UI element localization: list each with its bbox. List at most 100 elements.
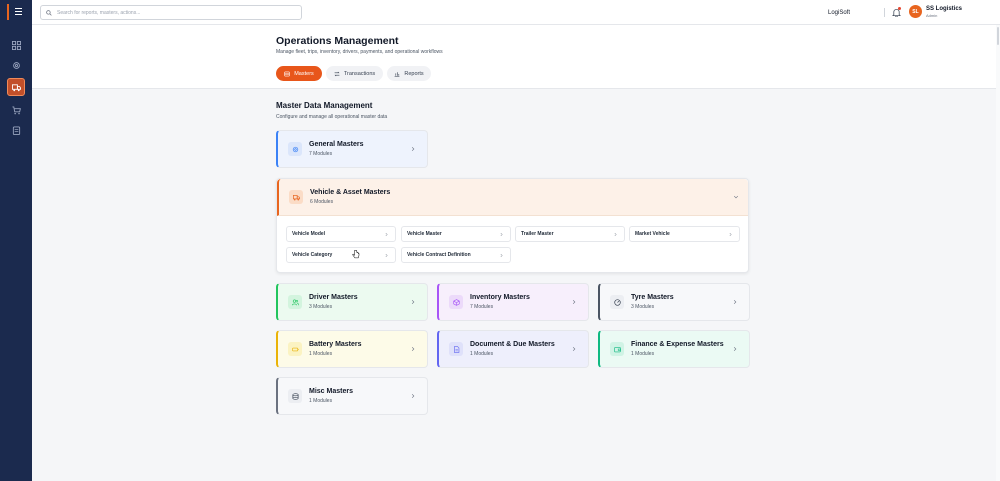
users-icon [291, 299, 299, 305]
card-driver-masters[interactable]: Driver Masters 3 Modules [276, 283, 428, 321]
grid-icon [11, 40, 21, 50]
sidebar-item-dashboard[interactable] [7, 36, 25, 54]
sidebar-item-cart[interactable] [7, 101, 25, 119]
module-trailer-master[interactable]: Trailer Master [515, 226, 625, 242]
card-title: Finance & Expense Masters [631, 341, 724, 348]
menu-toggle-button[interactable] [7, 4, 25, 20]
card-misc-masters[interactable]: Misc Masters 1 Modules [276, 377, 428, 415]
card-title: Vehicle & Asset Masters [310, 189, 391, 196]
card-icon-box [288, 389, 302, 403]
battery-icon [291, 347, 299, 351]
sidebar-item-settings[interactable] [7, 56, 25, 74]
tab-label: Transactions [343, 70, 376, 77]
chevron-right-icon [733, 346, 737, 352]
chevron-right-icon [500, 253, 503, 258]
sidebar-item-operations[interactable] [7, 78, 25, 96]
topbar-divider [884, 8, 885, 17]
card-subtitle: 1 Modules [631, 351, 655, 357]
box-icon [452, 298, 460, 306]
card-title: Driver Masters [309, 294, 358, 301]
card-subtitle: 3 Modules [309, 304, 333, 310]
database-icon [284, 71, 290, 76]
scrollbar-thumb[interactable] [997, 27, 999, 45]
topbar [32, 0, 1000, 25]
card-subtitle: 6 Modules [310, 199, 334, 205]
section-subtitle: Configure and manage all operational mas… [276, 114, 388, 120]
chevron-right-icon [385, 253, 388, 258]
user-role: Admin [926, 13, 938, 18]
chevron-right-icon [614, 232, 617, 237]
card-title: Document & Due Masters [470, 341, 555, 348]
card-icon-box [449, 295, 463, 309]
chevron-right-icon [411, 299, 415, 305]
chevron-right-icon [411, 393, 415, 399]
card-document-due-masters[interactable]: Document & Due Masters 1 Modules [437, 330, 589, 368]
tab-masters[interactable]: Masters [276, 66, 322, 81]
search-input[interactable] [57, 9, 287, 16]
gear-icon [292, 146, 298, 152]
module-label: Vehicle Master [407, 231, 442, 237]
page-header [32, 25, 996, 89]
section-title: Master Data Management [276, 101, 373, 110]
search-icon [46, 9, 52, 16]
card-tyre-masters[interactable]: Tyre Masters 3 Modules [598, 283, 750, 321]
card-title: Inventory Masters [470, 294, 530, 301]
search-box[interactable] [40, 5, 302, 20]
module-label: Trailer Master [521, 231, 554, 237]
chevron-right-icon [729, 232, 732, 237]
card-subtitle: 7 Modules [470, 304, 494, 310]
module-vehicle-category[interactable]: Vehicle Category [286, 247, 396, 263]
gear-icon [12, 61, 20, 69]
card-subtitle: 1 Modules [470, 351, 494, 357]
notification-dot [898, 7, 901, 10]
card-general-masters[interactable]: General Masters 7 Modules [276, 130, 428, 168]
tab-transactions[interactable]: Transactions [326, 66, 383, 81]
card-finance-expense-masters[interactable]: Finance & Expense Masters 1 Modules [598, 330, 750, 368]
sidebar-item-reports[interactable] [7, 121, 25, 139]
module-vehicle-model[interactable]: Vehicle Model [286, 226, 396, 242]
card-title: Misc Masters [309, 388, 353, 395]
card-subtitle: 7 Modules [309, 151, 333, 157]
menu-icon [15, 8, 22, 15]
tab-label: Reports [404, 70, 424, 77]
card-icon-box [288, 342, 302, 356]
card-title: General Masters [309, 141, 364, 148]
card-battery-masters[interactable]: Battery Masters 1 Modules [276, 330, 428, 368]
card-icon-box [610, 342, 624, 356]
user-name[interactable]: SS Logistics [926, 6, 962, 12]
card-title: Battery Masters [309, 341, 362, 348]
module-market-vehicle[interactable]: Market Vehicle [629, 226, 740, 242]
chevron-right-icon [385, 232, 388, 237]
bar-chart-icon [394, 71, 400, 77]
chevron-right-icon [411, 146, 415, 152]
truck-icon [11, 83, 21, 91]
scrollbar-track[interactable] [996, 25, 1000, 481]
page-title: Operations Management [276, 35, 399, 47]
document-icon [453, 345, 459, 353]
module-label: Vehicle Contract Definition [407, 252, 471, 258]
card-title: Tyre Masters [631, 294, 674, 301]
arrows-swap-icon [334, 71, 340, 76]
stack-icon [292, 392, 298, 400]
clipboard-icon [12, 125, 20, 135]
module-label: Vehicle Model [292, 231, 326, 237]
card-subtitle: 1 Modules [309, 398, 333, 404]
module-vehicle-contract-definition[interactable]: Vehicle Contract Definition [401, 247, 511, 263]
chevron-right-icon [572, 299, 576, 305]
card-vehicle-asset-masters: Vehicle & Asset Masters 6 Modules Vehicl… [276, 178, 749, 273]
chevron-right-icon [500, 232, 503, 237]
truck-icon [292, 194, 300, 200]
tab-reports[interactable]: Reports [387, 66, 431, 81]
chevron-down-icon[interactable] [733, 194, 739, 200]
card-icon-box [610, 295, 624, 309]
chevron-right-icon [572, 346, 576, 352]
module-label: Vehicle Category [292, 252, 333, 258]
card-inventory-masters[interactable]: Inventory Masters 7 Modules [437, 283, 589, 321]
card-icon-box [289, 190, 303, 204]
chevron-right-icon [411, 346, 415, 352]
vehicle-masters-header[interactable]: Vehicle & Asset Masters 6 Modules [277, 179, 748, 216]
tab-label: Masters [294, 70, 314, 77]
module-vehicle-master[interactable]: Vehicle Master [401, 226, 511, 242]
avatar[interactable]: SL [909, 5, 922, 18]
card-icon-box [288, 142, 302, 156]
